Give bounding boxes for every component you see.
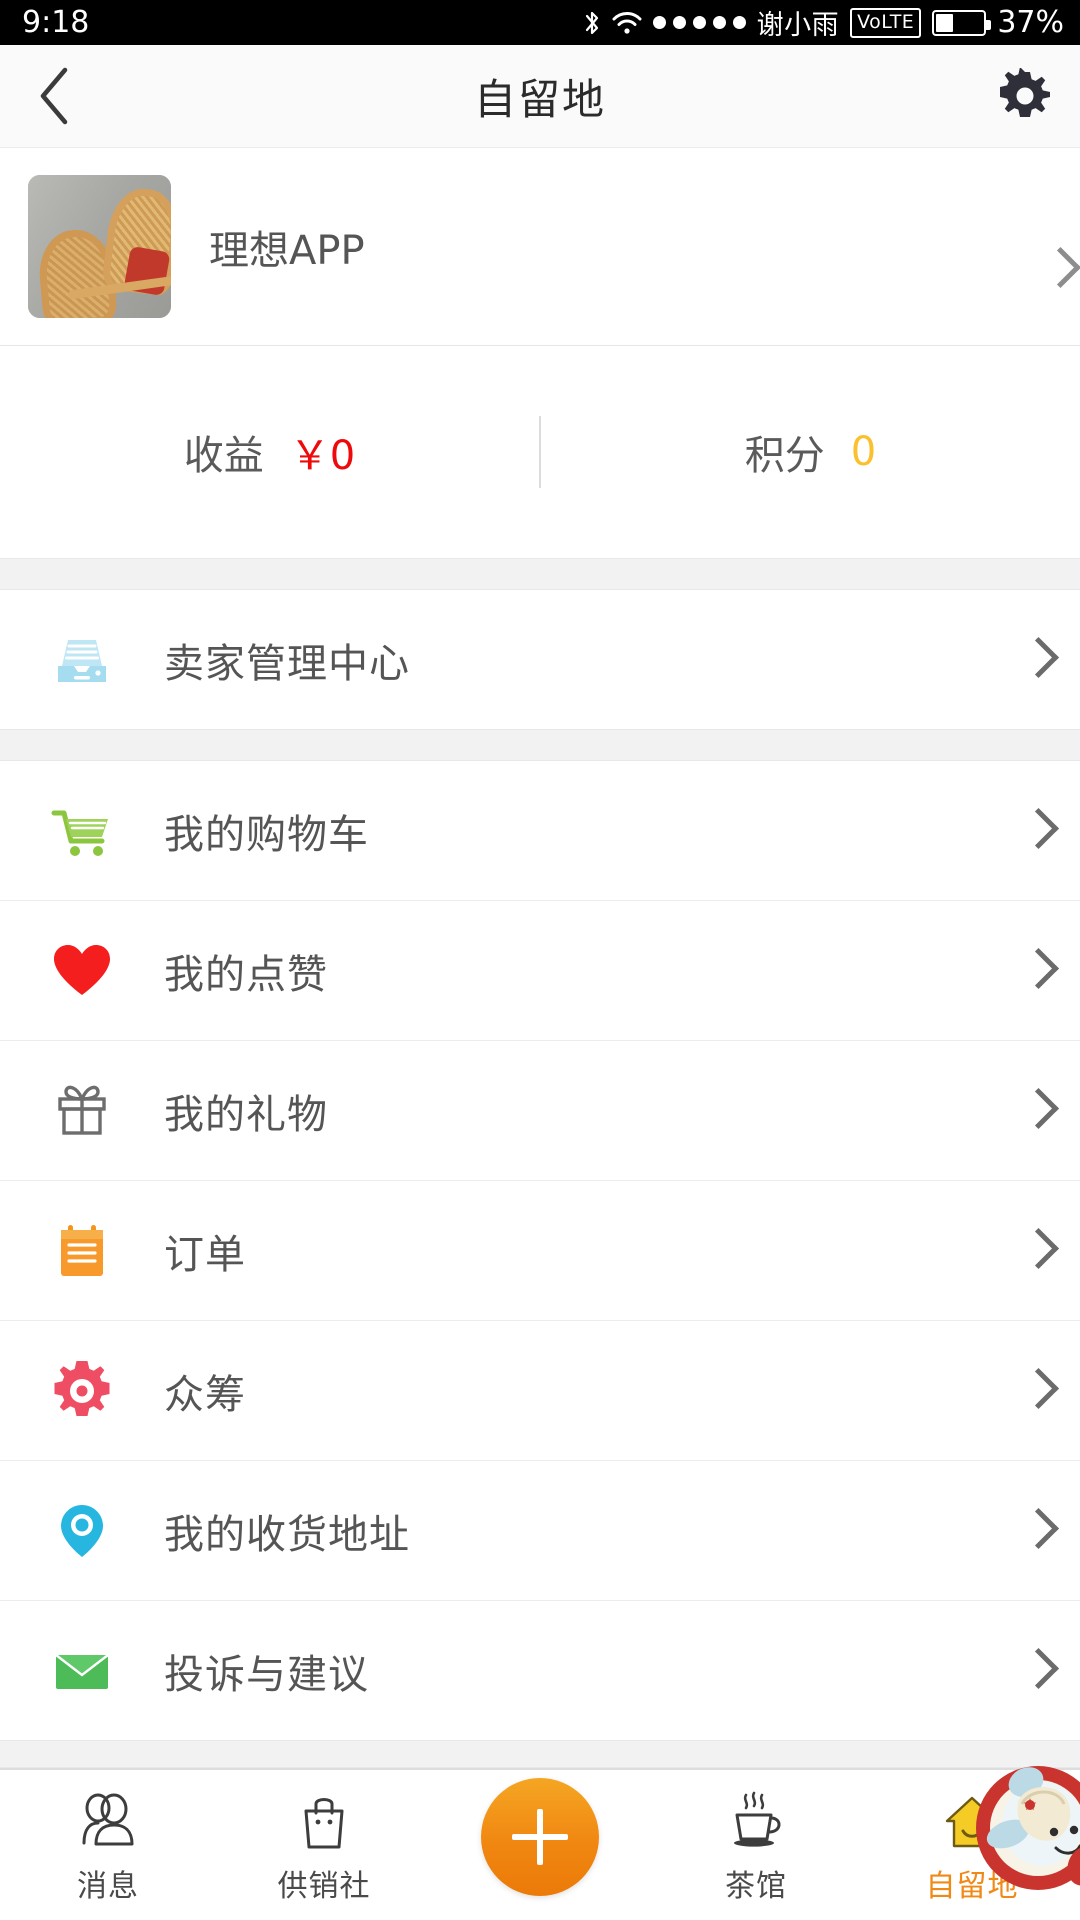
tab-teahouse[interactable]: 茶馆 bbox=[648, 1770, 864, 1920]
inbox-tray-icon bbox=[38, 616, 126, 704]
stats-row: 收益 ￥0 积分 0 bbox=[0, 346, 1080, 558]
chevron-right-icon bbox=[1022, 948, 1048, 994]
menu-item-seller-center[interactable]: 卖家管理中心 bbox=[0, 590, 1080, 729]
chevron-right-icon bbox=[1022, 1508, 1048, 1554]
menu-item-label: 卖家管理中心 bbox=[164, 640, 410, 687]
back-button[interactable] bbox=[0, 45, 110, 148]
profile-row[interactable]: 理想APP bbox=[0, 148, 1080, 346]
battery-icon bbox=[932, 9, 992, 36]
status-bar: 9:18 谢小雨 VoLTE 37% bbox=[0, 0, 1080, 45]
stat-points[interactable]: 积分 0 bbox=[541, 423, 1080, 481]
menu-item-my-likes[interactable]: 我的点赞 bbox=[0, 901, 1080, 1040]
tab-label: 自留地 bbox=[925, 1869, 1019, 1904]
stat-earnings-value: ￥0 bbox=[289, 433, 356, 479]
menu-item-label: 我的收货地址 bbox=[164, 1511, 410, 1558]
stat-earnings-label: 收益 bbox=[183, 433, 264, 479]
map-pin-icon bbox=[38, 1487, 126, 1575]
menu-item-shopping-cart[interactable]: 我的购物车 bbox=[0, 761, 1080, 900]
bottom-tab-bar: 消息 供销社 茶馆 自留地 bbox=[0, 1766, 1080, 1920]
menu-item-label: 众筹 bbox=[164, 1371, 246, 1418]
chevron-left-icon bbox=[40, 67, 68, 125]
teacup-icon bbox=[720, 1787, 792, 1853]
profile-name: 理想APP bbox=[209, 227, 365, 274]
tab-messages[interactable]: 消息 bbox=[0, 1770, 216, 1920]
chevron-right-icon bbox=[1022, 1368, 1048, 1414]
signal-dots-icon bbox=[652, 16, 746, 29]
envelope-icon bbox=[38, 1627, 126, 1715]
menu-item-label: 我的点赞 bbox=[164, 951, 328, 998]
shopping-bag-icon bbox=[293, 1787, 355, 1853]
heart-icon bbox=[38, 927, 126, 1015]
gear-crowdfund-icon bbox=[38, 1347, 126, 1435]
tab-supply-coop[interactable]: 供销社 bbox=[216, 1770, 432, 1920]
section-gap-1 bbox=[0, 558, 1080, 590]
plus-icon bbox=[512, 1809, 568, 1865]
house-icon bbox=[941, 1787, 1003, 1853]
menu-item-crowdfunding[interactable]: 众筹 bbox=[0, 1321, 1080, 1460]
tab-homestead[interactable]: 自留地 bbox=[864, 1766, 1080, 1920]
chevron-right-icon bbox=[1022, 1088, 1048, 1134]
chevron-right-icon bbox=[1022, 1648, 1048, 1694]
carrier-name: 谢小雨 bbox=[756, 10, 840, 41]
menu-item-label: 投诉与建议 bbox=[164, 1651, 369, 1698]
tab-label: 茶馆 bbox=[725, 1869, 787, 1904]
wifi-icon bbox=[612, 11, 642, 35]
tab-label: 消息 bbox=[77, 1869, 139, 1904]
chevron-right-icon bbox=[1022, 808, 1048, 854]
chevron-right-icon bbox=[1022, 637, 1048, 683]
stat-earnings[interactable]: 收益 ￥0 bbox=[0, 423, 539, 481]
add-button[interactable] bbox=[481, 1778, 599, 1896]
section-gap-2 bbox=[0, 729, 1080, 761]
stat-points-label: 积分 bbox=[744, 433, 825, 479]
gear-icon bbox=[1000, 68, 1050, 117]
clipboard-icon bbox=[38, 1207, 126, 1295]
gift-box-icon bbox=[38, 1067, 126, 1155]
chevron-right-icon bbox=[1022, 1228, 1048, 1274]
page-title: 自留地 bbox=[473, 74, 606, 124]
menu-item-label: 我的礼物 bbox=[164, 1091, 328, 1138]
section-gap-3 bbox=[0, 1740, 1080, 1768]
menu-item-label: 我的购物车 bbox=[164, 811, 369, 858]
volte-badge: VoLTE bbox=[850, 7, 922, 38]
menu-item-label: 订单 bbox=[164, 1231, 246, 1278]
avatar bbox=[28, 175, 171, 318]
stat-points-value: 0 bbox=[850, 429, 877, 475]
battery-percent: 37% bbox=[997, 5, 1064, 40]
page-header: 自留地 bbox=[0, 45, 1080, 148]
menu-item-my-gifts[interactable]: 我的礼物 bbox=[0, 1041, 1080, 1180]
shopping-cart-icon bbox=[38, 787, 126, 875]
bluetooth-icon bbox=[583, 9, 601, 37]
app-screen: 9:18 谢小雨 VoLTE 37% 自留地 理想APP 收益 ￥0 积分 0 … bbox=[0, 0, 1080, 1920]
menu-item-orders[interactable]: 订单 bbox=[0, 1181, 1080, 1320]
status-indicators: 谢小雨 VoLTE 37% bbox=[583, 3, 1064, 42]
status-time: 9:18 bbox=[22, 5, 90, 40]
menu-item-complaints-suggestions[interactable]: 投诉与建议 bbox=[0, 1601, 1080, 1740]
tab-label: 供销社 bbox=[277, 1869, 371, 1904]
settings-button[interactable] bbox=[970, 45, 1080, 148]
people-icon bbox=[72, 1787, 144, 1853]
menu-item-shipping-address[interactable]: 我的收货地址 bbox=[0, 1461, 1080, 1600]
